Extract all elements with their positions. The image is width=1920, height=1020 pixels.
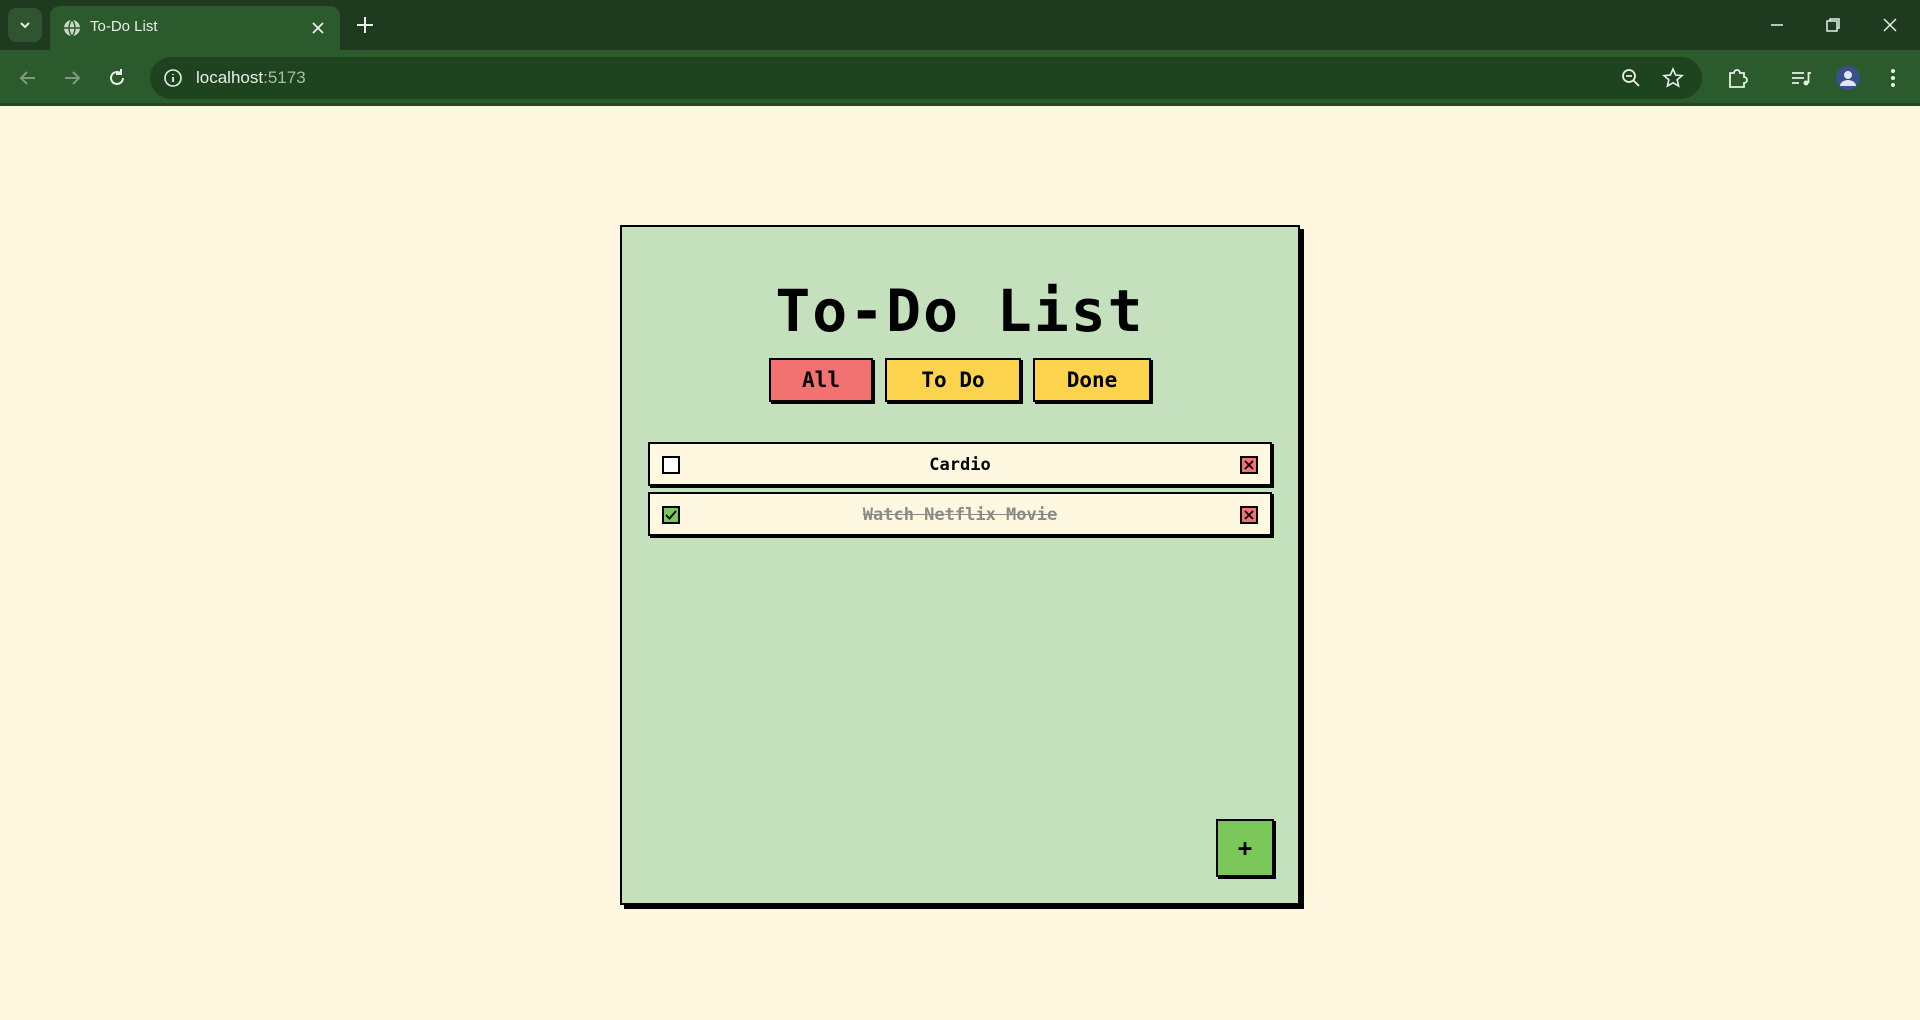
browser-toolbar: localhost:5173 [0,50,1920,106]
task-item: Cardio [648,442,1272,486]
zoom-icon[interactable] [1620,67,1642,89]
address-bar[interactable]: localhost:5173 [150,57,1702,99]
delete-task-button[interactable] [1240,506,1258,524]
filter-bar: All To Do Done [622,358,1298,402]
page-title: To-Do List [775,277,1145,345]
task-text: Cardio [929,455,991,475]
filter-all-button[interactable]: All [769,358,873,402]
filter-todo-button[interactable]: To Do [885,358,1021,402]
url-text: localhost:5173 [196,68,306,88]
browser-tab-bar: To-Do List [0,0,1920,50]
more-vert-icon [1891,69,1895,87]
back-button[interactable] [12,62,44,94]
add-task-button[interactable]: + [1216,819,1274,877]
forward-button[interactable] [56,62,88,94]
menu-button[interactable] [1878,63,1908,93]
star-icon[interactable] [1662,67,1684,89]
minimize-icon[interactable] [1764,12,1790,38]
media-button[interactable] [1786,63,1816,93]
extensions-button[interactable] [1722,63,1752,93]
delete-task-button[interactable] [1240,456,1258,474]
browser-tab[interactable]: To-Do List [50,6,340,50]
reload-button[interactable] [101,62,133,94]
task-text: Watch Netflix Movie [862,505,1058,525]
restore-icon[interactable] [1820,12,1846,38]
check-icon [665,510,677,520]
chevron-down-icon [20,22,30,29]
close-icon [1244,460,1254,470]
url-port: :5173 [263,68,306,87]
task-item: Watch Netflix Movie [648,492,1272,536]
playlist-icon [1792,72,1811,86]
profile-avatar[interactable] [1833,63,1863,93]
reload-icon [110,69,124,85]
close-window-icon[interactable] [1877,12,1903,38]
globe-icon [64,19,80,37]
close-icon [1244,510,1254,520]
todo-card: To-Do List All To Do Done Cardio Watch N… [620,225,1300,905]
avatar-icon [1836,66,1860,90]
filter-done-button[interactable]: Done [1033,358,1151,402]
new-tab-icon[interactable] [352,12,378,38]
task-checkbox[interactable] [662,506,680,524]
tab-title: To-Do List [90,18,158,35]
arrow-right-icon [65,71,81,85]
puzzle-icon [1729,69,1748,88]
task-list: Cardio Watch Netflix Movie [648,442,1272,542]
tab-search-button[interactable] [8,8,42,42]
close-icon[interactable] [308,18,328,38]
url-host: localhost [196,68,264,87]
task-checkbox[interactable] [662,456,680,474]
arrow-left-icon [19,71,35,85]
info-icon[interactable] [162,67,184,89]
